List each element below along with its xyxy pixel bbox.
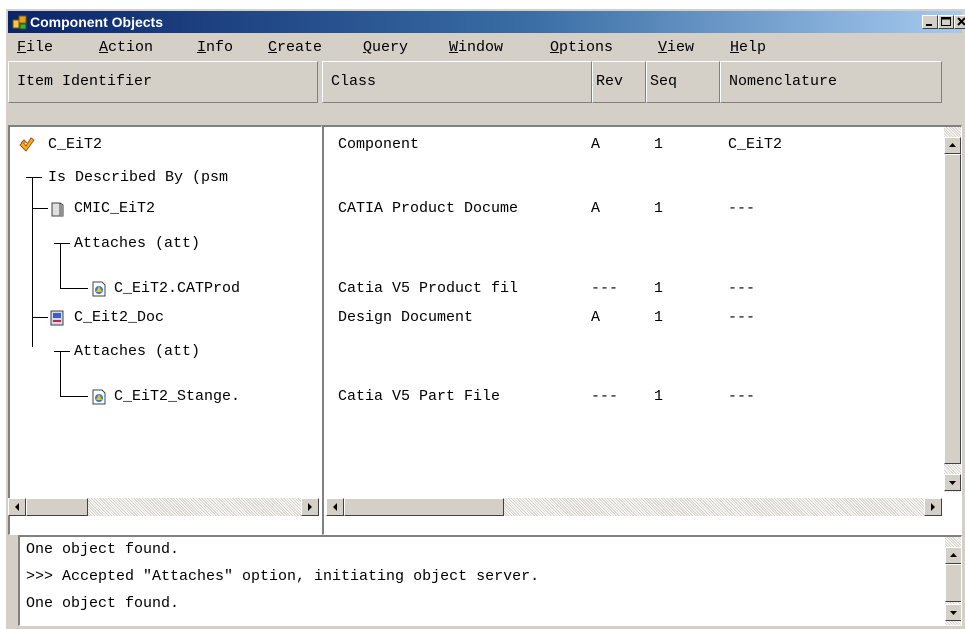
- component-objects-window: Component Objects File Action Info Creat…: [5, 8, 965, 629]
- menu-action[interactable]: Action: [99, 39, 153, 56]
- tree-item[interactable]: Attaches (att): [10, 233, 321, 255]
- tree-item[interactable]: Is Described By (psm: [10, 167, 321, 189]
- menu-options[interactable]: Options: [550, 39, 613, 56]
- scroll-down-button[interactable]: [945, 604, 961, 621]
- rev-cell: A: [591, 136, 601, 153]
- scroll-left-button[interactable]: [326, 498, 344, 516]
- class-cell: Catia V5 Part File: [338, 388, 501, 405]
- arrow-up-icon: [949, 143, 956, 147]
- nomenclature-cell: ---: [728, 280, 756, 297]
- menu-query[interactable]: Query: [363, 39, 408, 56]
- class-cell: Component: [338, 136, 420, 153]
- menu-bar: File Action Info Create Query Window Opt…: [8, 35, 962, 59]
- seq-cell: 1: [654, 309, 664, 326]
- arrow-up-icon: [950, 553, 957, 557]
- tree-item-label: C_Eit2_Doc: [74, 309, 165, 326]
- header-class[interactable]: Class: [322, 61, 592, 103]
- scroll-down-button[interactable]: [944, 474, 961, 491]
- catia-file-icon: [92, 389, 106, 405]
- minimize-icon: [926, 24, 932, 26]
- menu-file[interactable]: File: [17, 39, 53, 56]
- item-tree-pane[interactable]: C_EiT2 Is Described By (psm CMIC_EiT2 At…: [8, 125, 322, 535]
- tree-item-label: C_EiT2_Stange.: [114, 388, 241, 405]
- nomenclature-cell: C_EiT2: [728, 136, 783, 153]
- maximize-button[interactable]: [938, 15, 954, 29]
- arrow-right-icon: [308, 503, 312, 511]
- menu-info[interactable]: Info: [197, 39, 233, 56]
- table-row[interactable]: CATIA Product Docume A 1 ---: [324, 198, 942, 220]
- nomenclature-cell: ---: [728, 200, 756, 217]
- attributes-pane[interactable]: Component A 1 C_EiT2 CATIA Product Docum…: [322, 125, 962, 535]
- class-cell: Design Document: [338, 309, 474, 326]
- scroll-up-button[interactable]: [944, 137, 961, 154]
- table-row[interactable]: Catia V5 Part File --- 1 ---: [324, 386, 942, 408]
- window-title: Component Objects: [30, 14, 164, 30]
- message-output-pane[interactable]: One object found. >>> Accepted "Attaches…: [18, 535, 962, 626]
- arrow-down-icon: [949, 481, 956, 485]
- message-line: One object found.: [26, 595, 180, 612]
- scroll-up-button[interactable]: [945, 547, 961, 564]
- title-bar[interactable]: Component Objects: [8, 11, 965, 33]
- tree-item-label: Attaches (att): [74, 343, 201, 360]
- component-objects-icon: [12, 15, 27, 30]
- scroll-thumb[interactable]: [344, 498, 504, 516]
- seq-cell: 1: [654, 280, 664, 297]
- seq-cell: 1: [654, 388, 664, 405]
- design-document-icon: [50, 310, 64, 326]
- tree-item-label: C_EiT2.CATProd: [114, 280, 241, 297]
- scroll-thumb[interactable]: [944, 154, 961, 464]
- rev-cell: ---: [591, 280, 619, 297]
- scroll-thumb[interactable]: [26, 498, 88, 516]
- scroll-left-button[interactable]: [8, 498, 26, 516]
- arrow-right-icon: [931, 503, 935, 511]
- class-cell: Catia V5 Product fil: [338, 280, 519, 297]
- arrow-left-icon: [333, 503, 337, 511]
- minimize-button[interactable]: [922, 15, 938, 29]
- tree-item[interactable]: C_Eit2_Doc: [10, 307, 321, 329]
- menu-window[interactable]: Window: [449, 39, 503, 56]
- menu-view[interactable]: View: [658, 39, 694, 56]
- rev-cell: A: [591, 309, 601, 326]
- rev-cell: ---: [591, 388, 619, 405]
- header-seq[interactable]: Seq: [646, 61, 720, 103]
- tree-item-label: C_EiT2: [48, 136, 103, 153]
- arrow-left-icon: [15, 503, 19, 511]
- table-row[interactable]: Component A 1 C_EiT2: [324, 134, 942, 156]
- tree-item[interactable]: C_EiT2_Stange.: [10, 386, 321, 408]
- header-item-identifier[interactable]: Item Identifier: [8, 61, 318, 103]
- menu-create[interactable]: Create: [268, 39, 322, 56]
- nomenclature-cell: ---: [728, 388, 756, 405]
- rev-cell: A: [591, 200, 601, 217]
- scroll-right-button[interactable]: [924, 498, 942, 516]
- arrow-down-icon: [950, 611, 957, 615]
- table-row[interactable]: Design Document A 1 ---: [324, 307, 942, 329]
- tree-item[interactable]: CMIC_EiT2: [10, 198, 321, 220]
- tree-item-label: Is Described By (psm: [48, 169, 229, 186]
- menu-help[interactable]: Help: [730, 39, 766, 56]
- scroll-thumb[interactable]: [945, 564, 961, 602]
- tree-item[interactable]: C_EiT2.CATProd: [10, 278, 321, 300]
- tree-item-label: CMIC_EiT2: [74, 200, 156, 217]
- class-cell: CATIA Product Docume: [338, 200, 519, 217]
- nomenclature-cell: ---: [728, 309, 756, 326]
- seq-cell: 1: [654, 136, 664, 153]
- seq-cell: 1: [654, 200, 664, 217]
- tree-item[interactable]: C_EiT2: [10, 134, 321, 156]
- close-icon: [957, 17, 965, 26]
- close-button[interactable]: [954, 15, 965, 29]
- message-line: One object found.: [26, 541, 180, 558]
- tree-item[interactable]: Attaches (att): [10, 341, 321, 363]
- header-nomenclature[interactable]: Nomenclature: [720, 61, 942, 103]
- maximize-icon: [941, 17, 951, 26]
- header-rev[interactable]: Rev: [592, 61, 646, 103]
- component-icon: [19, 137, 35, 152]
- scroll-right-button[interactable]: [301, 498, 319, 516]
- table-row[interactable]: Catia V5 Product fil --- 1 ---: [324, 278, 942, 300]
- catia-file-icon: [92, 281, 106, 297]
- tree-item-label: Attaches (att): [74, 235, 201, 252]
- document-icon: [51, 202, 64, 217]
- message-line: >>> Accepted "Attaches" option, initiati…: [26, 568, 540, 585]
